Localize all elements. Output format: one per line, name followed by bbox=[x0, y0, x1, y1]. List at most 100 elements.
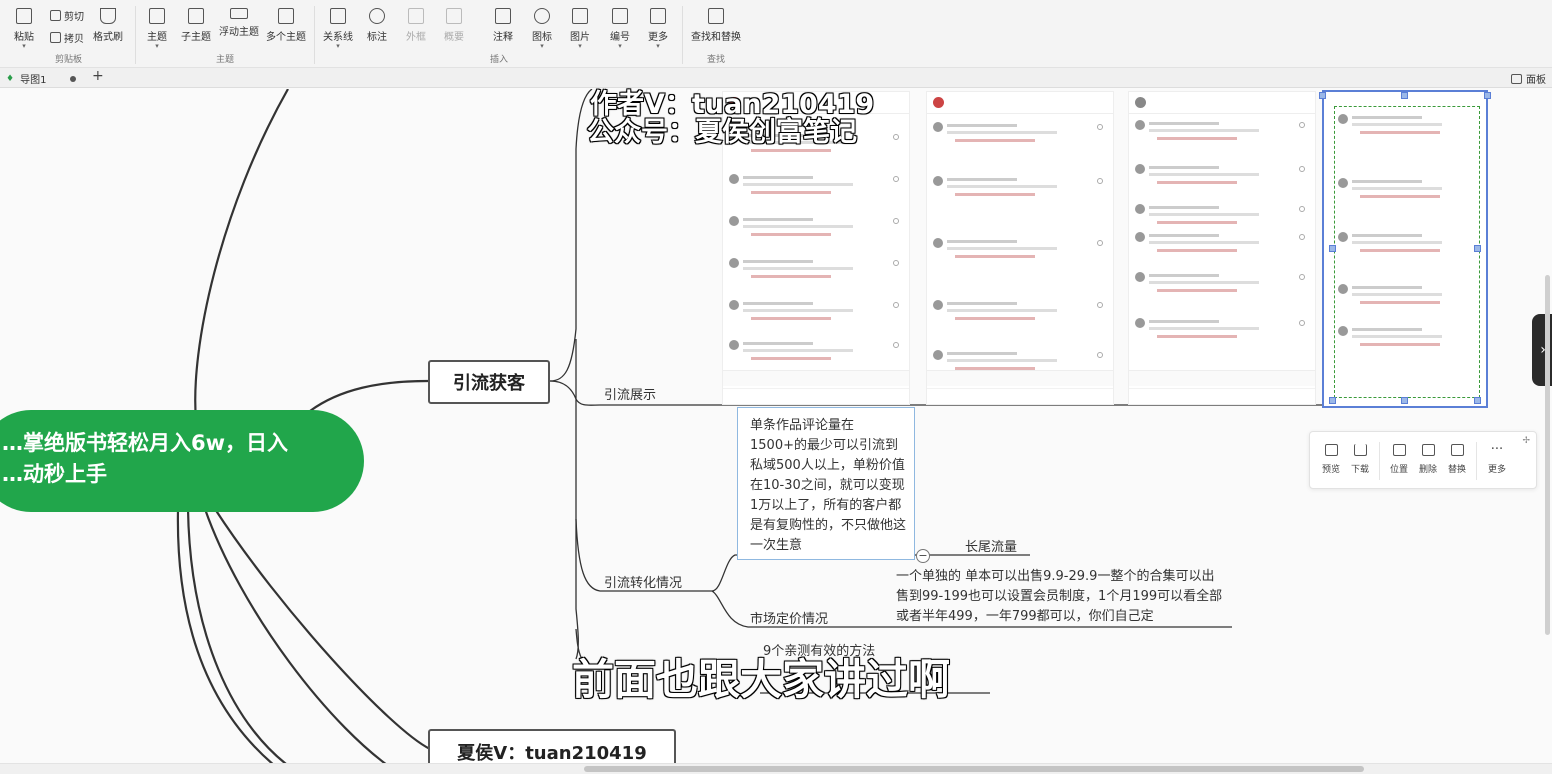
list-item bbox=[1135, 164, 1311, 192]
marker-icon bbox=[534, 8, 550, 24]
list-item bbox=[1338, 326, 1478, 354]
panel-toggle-button[interactable]: 面板 bbox=[1511, 71, 1546, 86]
more-insert-button[interactable]: 更多 ▾ bbox=[648, 8, 668, 50]
clipboard-group-label: 剪贴板 bbox=[55, 55, 83, 65]
ribbon-toolbar: 粘贴 ▾ 剪切 拷贝 格式刷 剪贴板 主题 ▾ 子主题 浮动主题 多个主题 主题… bbox=[0, 0, 1552, 68]
download-icon bbox=[1353, 444, 1367, 456]
topic-button[interactable]: 主题 ▾ bbox=[147, 8, 167, 50]
list-item bbox=[1338, 178, 1478, 206]
download-button[interactable]: 下载 bbox=[1351, 444, 1369, 475]
paste-button[interactable]: 粘贴 ▾ bbox=[14, 8, 34, 50]
floating-topic-button[interactable]: 浮动主题 bbox=[219, 8, 259, 38]
resize-handle[interactable] bbox=[1484, 92, 1491, 99]
image-position-icon bbox=[1392, 444, 1406, 456]
list-item bbox=[933, 238, 1109, 266]
preview-button[interactable]: 预览 bbox=[1322, 444, 1340, 475]
summary-icon bbox=[446, 8, 462, 24]
note-topic[interactable]: 单条作品评论量在1500+的最少可以引流到私域500人以上，单粉价值在10-30… bbox=[737, 407, 915, 560]
tab-document-1[interactable]: ♦ 导图1 bbox=[6, 71, 77, 86]
topic-icon bbox=[149, 8, 165, 24]
floating-topic-icon bbox=[230, 8, 248, 19]
more-icon bbox=[650, 8, 666, 24]
subtopic-button[interactable]: 子主题 bbox=[181, 8, 211, 43]
scissors-icon bbox=[50, 10, 61, 21]
avatar bbox=[933, 97, 944, 108]
image-button[interactable]: 图片 ▾ bbox=[570, 8, 590, 50]
clipboard-icon bbox=[16, 8, 32, 24]
delete-image-button[interactable]: 删除 bbox=[1419, 444, 1437, 475]
summary-button[interactable]: 概要 bbox=[444, 8, 464, 43]
collapse-toggle-button[interactable]: − bbox=[916, 549, 930, 563]
image-context-toolbar: 预览 下载 位置 删除 替换 ··· 更多 ✢ bbox=[1309, 431, 1537, 489]
relationship-icon bbox=[330, 8, 346, 24]
ellipsis-icon: ··· bbox=[1490, 442, 1504, 457]
image-replace-icon bbox=[1450, 444, 1464, 456]
subtopic-conversion[interactable]: 引流转化情况 bbox=[604, 572, 682, 591]
subtopic-pricing[interactable]: 市场定价情况 bbox=[750, 608, 828, 627]
resize-handle[interactable] bbox=[1474, 245, 1481, 252]
numbered-list-icon bbox=[612, 8, 628, 24]
comment-screenshot-2[interactable] bbox=[926, 91, 1114, 405]
central-topic[interactable]: …掌绝版书轻松月入6w，日入 …动秒上手 bbox=[0, 410, 364, 512]
watermark-account: 公众号：夏侯创富笔记 bbox=[586, 116, 858, 149]
callout-button[interactable]: 标注 bbox=[367, 8, 387, 43]
list-item bbox=[729, 216, 905, 244]
add-tab-button[interactable]: + bbox=[92, 68, 104, 84]
mindmap-canvas[interactable]: …掌绝版书轻松月入6w，日入 …动秒上手 引流获客 夏侯V：tuan210419… bbox=[0, 88, 1552, 774]
position-button[interactable]: 位置 bbox=[1390, 444, 1408, 475]
list-item bbox=[933, 300, 1109, 328]
mindmap-file-icon: ♦ bbox=[6, 73, 15, 84]
find-group-label: 查找 bbox=[707, 55, 726, 65]
resize-handle[interactable] bbox=[1329, 397, 1336, 404]
copy-button[interactable]: 拷贝 bbox=[50, 30, 84, 45]
list-item bbox=[729, 340, 905, 368]
resize-handle[interactable] bbox=[1474, 397, 1481, 404]
horizontal-scrollbar-thumb[interactable] bbox=[584, 766, 1364, 772]
insert-group-label: 插入 bbox=[490, 55, 509, 65]
pen-icon bbox=[495, 8, 511, 24]
numbering-button[interactable]: 编号 ▾ bbox=[610, 8, 630, 50]
subtopic-showcase[interactable]: 引流展示 bbox=[604, 384, 656, 403]
find-replace-button[interactable]: 查找和替换 bbox=[691, 8, 741, 43]
copy-icon bbox=[50, 32, 61, 43]
replace-image-button[interactable]: 替换 bbox=[1448, 444, 1466, 475]
list-item bbox=[1135, 232, 1311, 260]
marker-button[interactable]: 图标 ▾ bbox=[532, 8, 552, 50]
relationship-button[interactable]: 关系线 ▾ bbox=[323, 8, 353, 50]
list-item bbox=[1135, 120, 1311, 148]
multiple-topics-icon bbox=[278, 8, 294, 24]
image-delete-icon bbox=[1421, 444, 1435, 456]
list-item bbox=[933, 122, 1109, 150]
resize-handle[interactable] bbox=[1319, 92, 1326, 99]
find-replace-icon bbox=[708, 8, 724, 24]
preview-icon bbox=[1324, 444, 1338, 456]
pricing-topic[interactable]: 一个单独的 单本可以出售9.9-29.9一整个的合集可以出售到99-199也可以… bbox=[896, 567, 1226, 627]
list-item bbox=[933, 176, 1109, 204]
resize-handle[interactable] bbox=[1401, 92, 1408, 99]
subtopic-long-tail[interactable]: 长尾流量 bbox=[965, 536, 1017, 555]
list-item bbox=[1338, 114, 1478, 142]
horizontal-scrollbar-track bbox=[0, 763, 1552, 774]
boundary-button[interactable]: 外框 bbox=[406, 8, 426, 43]
resize-handle[interactable] bbox=[1329, 245, 1336, 252]
vertical-scrollbar[interactable] bbox=[1545, 275, 1550, 635]
format-painter-button[interactable]: 格式刷 bbox=[93, 8, 123, 43]
topic-traffic-acquisition[interactable]: 引流获客 bbox=[428, 360, 550, 404]
comment-screenshot-3[interactable] bbox=[1128, 91, 1316, 405]
more-image-options-button[interactable]: ··· 更多 bbox=[1488, 442, 1506, 475]
cut-button[interactable]: 剪切 bbox=[50, 8, 84, 23]
boundary-icon bbox=[408, 8, 424, 24]
multiple-topics-button[interactable]: 多个主题 bbox=[266, 8, 306, 43]
list-item bbox=[1338, 232, 1478, 260]
resize-handle[interactable] bbox=[1401, 397, 1408, 404]
image-icon bbox=[572, 8, 588, 24]
note-button[interactable]: 注释 bbox=[493, 8, 513, 43]
subtopic-icon bbox=[188, 8, 204, 24]
list-item bbox=[729, 258, 905, 286]
avatar bbox=[1135, 97, 1146, 108]
list-item bbox=[1338, 284, 1478, 312]
video-subtitle: 前面也跟大家讲过啊 bbox=[571, 654, 951, 705]
pin-icon[interactable]: ✢ bbox=[1522, 436, 1530, 446]
comment-screenshot-4-selected[interactable] bbox=[1322, 90, 1488, 408]
mindmap-app: 粘贴 ▾ 剪切 拷贝 格式刷 剪贴板 主题 ▾ 子主题 浮动主题 多个主题 主题… bbox=[0, 0, 1552, 774]
